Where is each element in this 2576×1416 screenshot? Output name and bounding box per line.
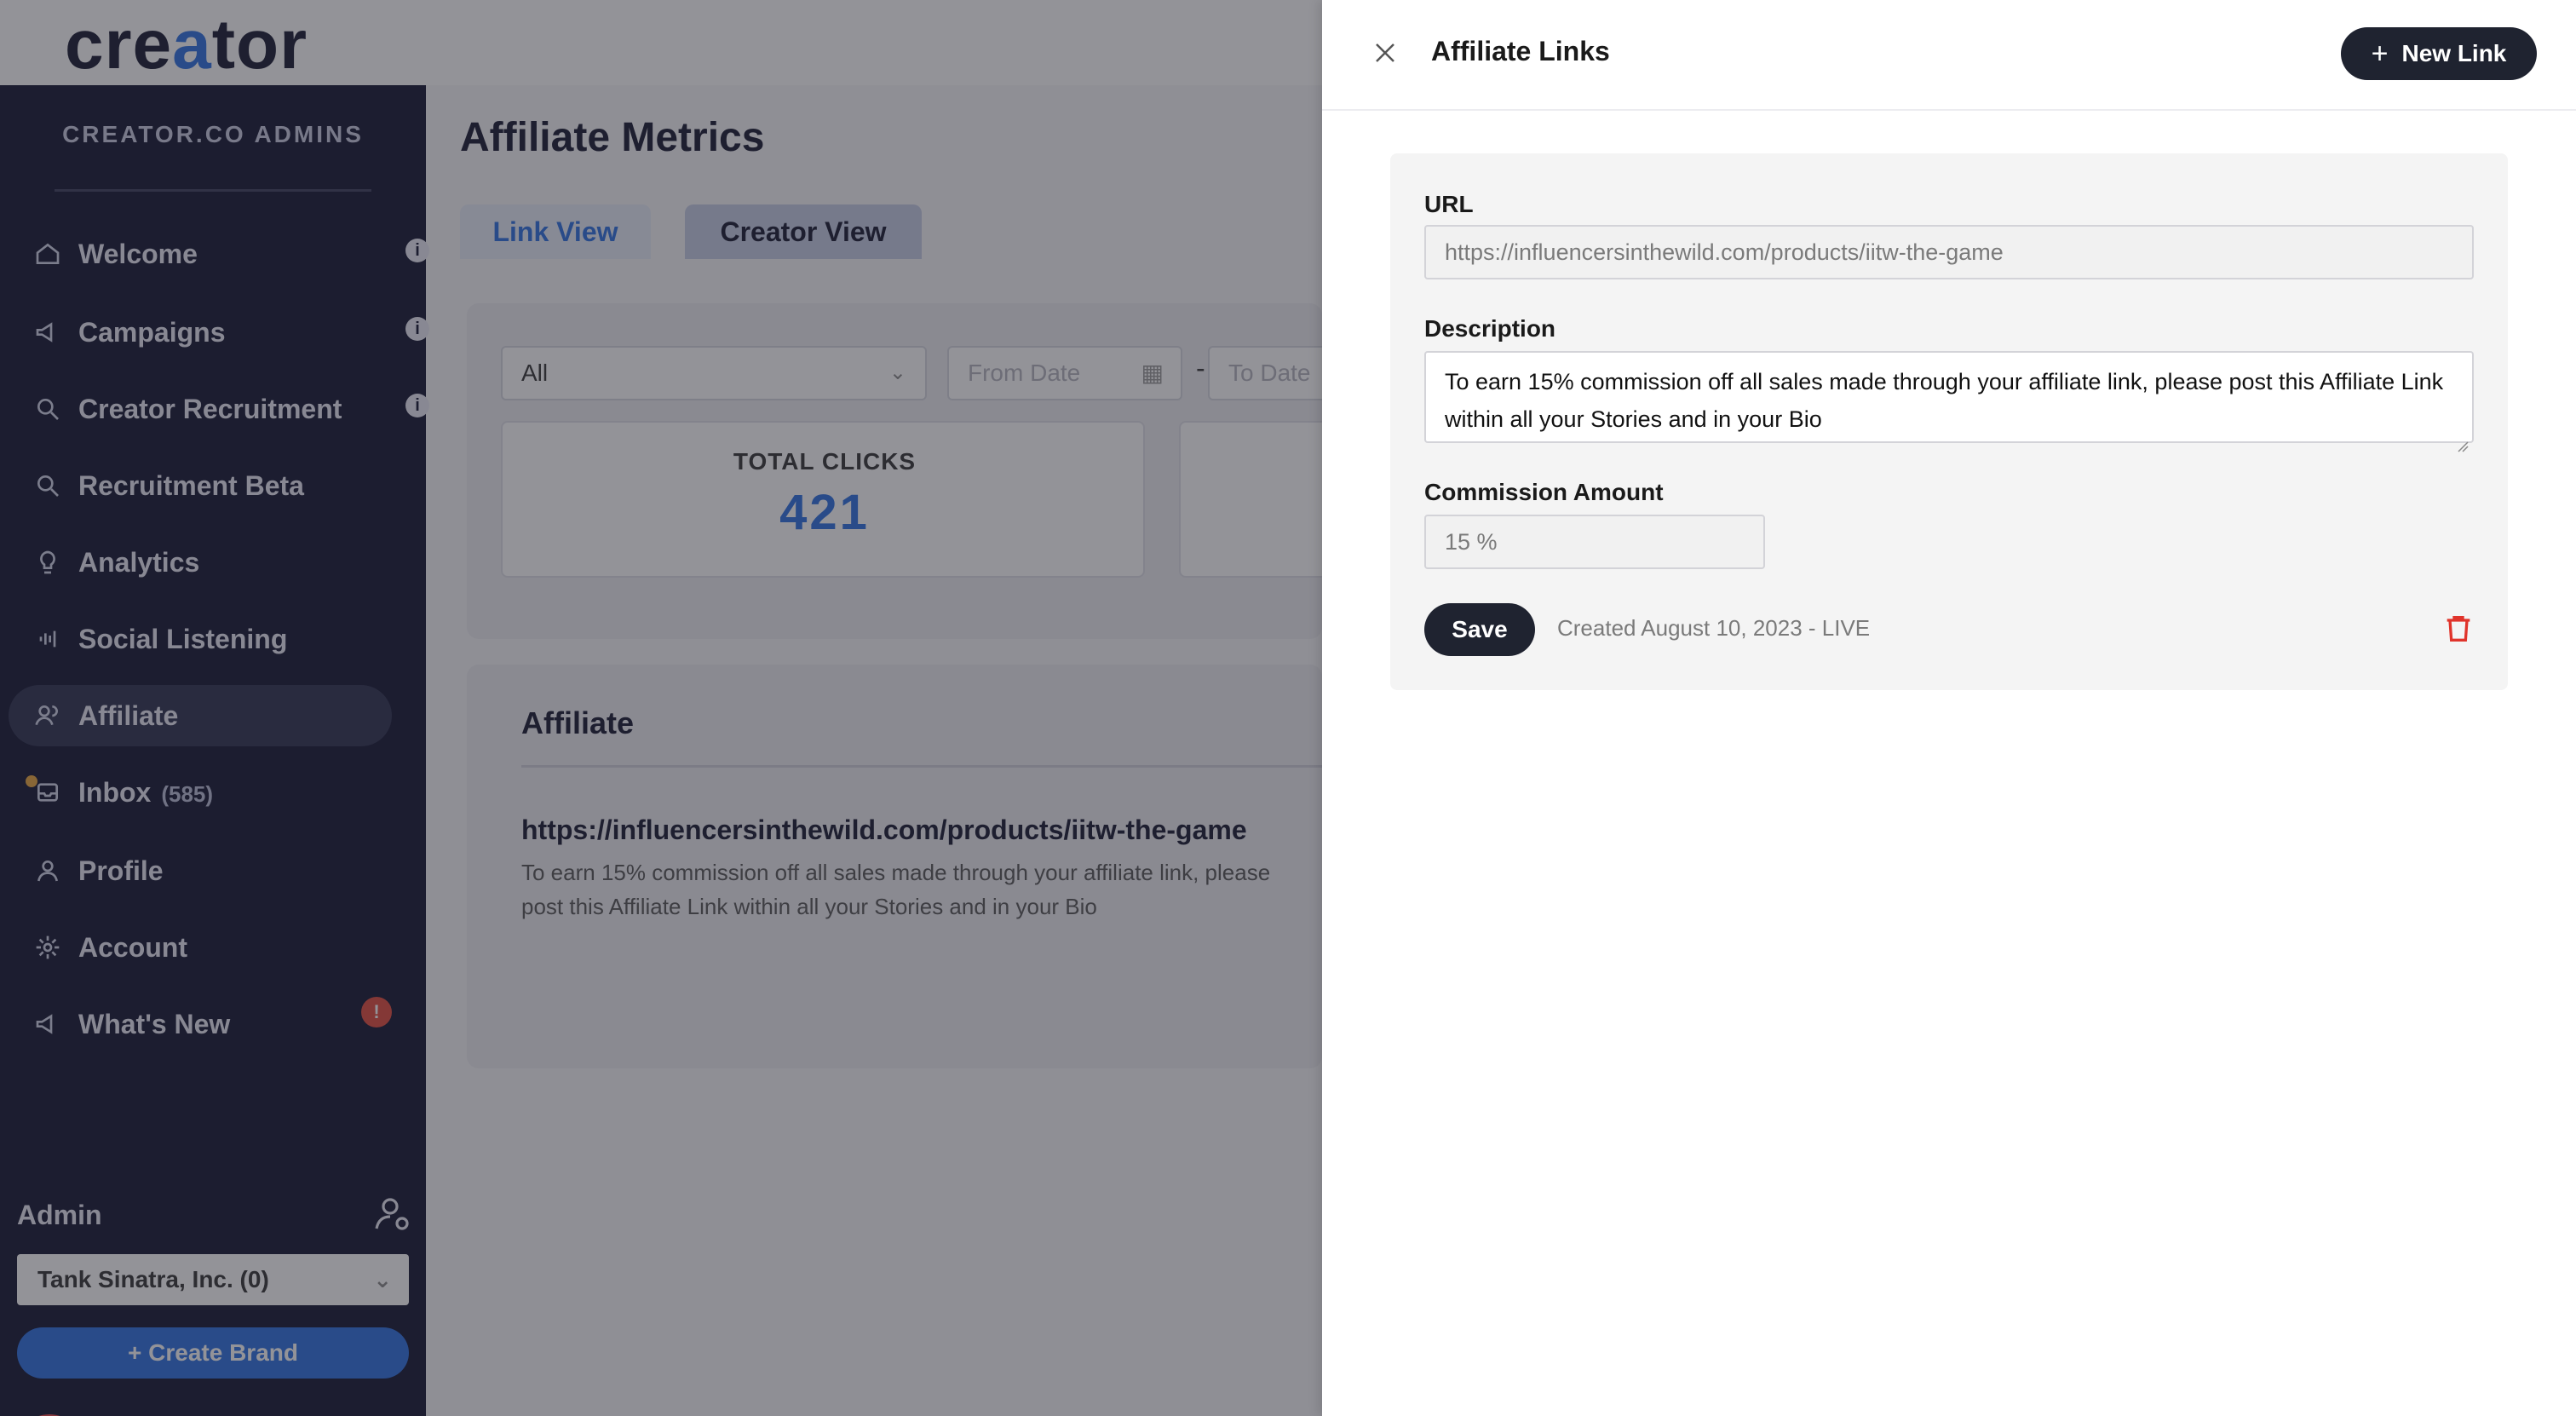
- resize-handle-icon[interactable]: [2457, 426, 2469, 452]
- new-link-button[interactable]: + New Link: [2341, 27, 2537, 80]
- url-label: URL: [1424, 191, 1474, 217]
- trash-icon: [2441, 616, 2475, 649]
- description-label: Description: [1424, 315, 1556, 342]
- description-field[interactable]: To earn 15% commission off all sales mad…: [1424, 351, 2474, 452]
- new-link-label: New Link: [2401, 40, 2507, 66]
- save-button[interactable]: Save: [1424, 603, 1535, 656]
- commission-amount-label: Commission Amount: [1424, 479, 1664, 505]
- created-status-text: Created August 10, 2023 - LIVE: [1557, 615, 1871, 641]
- commission-amount-field[interactable]: 15 %: [1424, 515, 1765, 569]
- url-field[interactable]: https://influencersinthewild.com/product…: [1424, 225, 2474, 279]
- close-icon: [1372, 40, 1398, 70]
- modal-overlay[interactable]: [0, 0, 1322, 1416]
- plus-icon: +: [2371, 37, 2389, 70]
- drawer-header: Affiliate Links + New Link: [1322, 0, 2576, 111]
- close-button[interactable]: [1368, 37, 1402, 72]
- affiliate-link-card: URL https://influencersinthewild.com/pro…: [1390, 153, 2508, 690]
- description-value: To earn 15% commission off all sales mad…: [1445, 369, 2444, 432]
- drawer-title: Affiliate Links: [1431, 36, 1610, 66]
- delete-button[interactable]: [2441, 612, 2475, 646]
- affiliate-links-drawer: Affiliate Links + New Link URL https://i…: [1322, 0, 2576, 1416]
